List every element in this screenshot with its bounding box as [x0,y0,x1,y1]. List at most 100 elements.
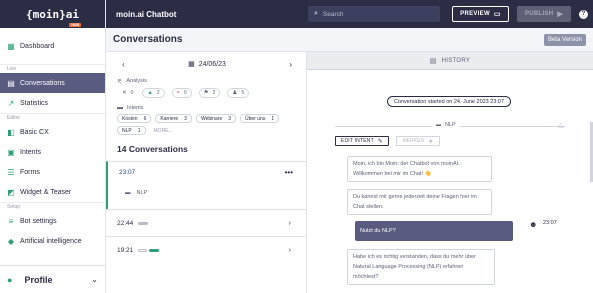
analysis-text: Analysis [126,78,147,84]
help-icon[interactable]: ? [579,9,588,19]
intent-tag: ▬ NLP [432,122,460,128]
logo-text: {moin}ai [26,7,79,21]
stat-value: 5 [241,90,245,96]
basic-cx-icon: ◧ [7,127,15,137]
message-text: Nutzt du NLP? [360,228,396,234]
chip-label: Karriere [160,115,179,122]
sidebar-item-basic-cx[interactable]: ◧ Basic CX [0,122,105,142]
folder-icon: ▬ [436,122,441,128]
sidebar-item-statistics[interactable]: ↗ Statistics [0,93,105,113]
sidebar-item-ai[interactable]: ◆ Artificial intelligence [0,231,105,251]
sidebar-item-conversations[interactable]: ▤ Conversations [0,73,105,93]
more-intents-link[interactable]: MORE... [150,126,177,135]
sidebar-item-dashboard[interactable]: ▦ Dashboard [0,36,105,56]
preview-button[interactable]: PREVIEW ▭ [452,6,509,22]
date-display[interactable]: ▦ 24/06/23 [188,60,226,69]
conversation-intent: ▬ NLP [125,190,147,196]
search-placeholder: Search [322,10,344,18]
sidebar-item-label: Intents [20,148,42,156]
bot-message: Moin, ich bin Moin: der Chatbot von moin… [347,156,492,182]
page-header: Conversations Beta Version [106,28,593,52]
message-bar [138,221,149,225]
intent-chip[interactable]: Kosten 6 [117,114,152,123]
conversation-started-pill: Conversation started on 24. June 2023 23… [387,96,511,107]
intent-chips: Kosten 6 Karriere 3 Webinare 3 Über uns 1 NL… [106,113,296,137]
chip-count: 3 [228,115,232,122]
stat-person[interactable]: ♟ 5 [227,88,250,98]
intents-icon: ▣ [7,147,15,157]
history-tab[interactable]: ▤ HISTORY [307,52,593,70]
chevron-left-icon[interactable]: ‹ [122,60,125,69]
sidebar-item-intents[interactable]: ▣ Intents [0,142,105,162]
intent-chip[interactable]: Über uns 1 [240,114,280,123]
profile-menu[interactable]: ● Profile ⌄ [0,265,106,293]
ai-icon: ◆ [7,236,15,246]
conversation-item[interactable]: 22:44 › [106,209,306,236]
merken-button[interactable]: MERKEN ★ [396,136,440,146]
chip-count: 6 [143,115,147,122]
edit-intent-button[interactable]: EDIT INTENT ✎ [335,136,389,146]
beta-version-button[interactable]: Beta Version [543,33,586,46]
message-text: Moin, ich bin Moin: der Chatbot von moin… [353,161,460,177]
sidebar-item-widget[interactable]: ◩ Widget & Teaser [0,182,105,202]
search-input[interactable]: ⌕ Search [308,6,440,22]
truck-icon: ▶ [557,11,564,18]
intent-chip[interactable]: Karriere 3 [155,114,192,123]
stat-neutral[interactable]: ✕ 0 [120,88,135,98]
sidebar-item-label: Forms [20,168,40,176]
neutral-icon: ✕ [122,90,127,96]
logo-badge: HUB [69,22,81,27]
sidebar-item-label: Bot settings [20,217,57,225]
preview-label: PREVIEW [460,11,490,17]
section-setup: Setup [0,202,105,211]
intents-label: ▬ Intents [106,103,306,113]
chip-label: Webinare [200,115,223,122]
stat-value: 0 [130,90,134,96]
publish-button[interactable]: PUBLISH ▶ [517,6,571,22]
conversation-time: 19:21 [117,246,134,254]
moin-logo[interactable]: {moin}ai HUB [26,7,81,27]
sidebar-item-bot-settings[interactable]: ≡ Bot settings [0,211,105,231]
stat-value: 2 [212,90,216,96]
widget-icon: ◩ [7,187,15,197]
section-editor: Editor [0,113,105,122]
conversation-item[interactable]: 19:21 › [106,236,306,263]
stat-heart[interactable]: ♥ 0 [171,88,192,98]
bot-message: Du kannst mir gerne jederzeit deine Frag… [347,189,492,215]
conversation-time: 22:44 [117,219,134,227]
conversation-count: 14 Conversations [117,144,188,154]
chip-label: NLP [122,127,132,134]
sidebar-item-forms[interactable]: ☰ Forms [0,162,105,182]
sidebar-item-label: Widget & Teaser [20,188,72,196]
conversation-time: 23:07 [119,169,136,176]
intent-chip[interactable]: Webinare 3 [195,114,237,123]
stat-thumbs-up[interactable]: ▲ 2 [142,88,165,98]
sidebar-item-label: Conversations [20,79,65,87]
chevron-down-icon: ⌄ [91,275,98,284]
chevron-right-icon[interactable]: › [289,60,292,69]
stat-flag[interactable]: ⚑ 2 [198,88,221,98]
intent-chip[interactable]: NLP 1 [117,126,146,135]
sidebar-item-label: Basic CX [20,128,49,136]
history-label: HISTORY [441,57,471,64]
more-options-icon[interactable]: ••• [285,168,293,177]
analysis-icon: ⚟ [117,78,123,85]
heart-icon: ♥ [176,90,180,96]
thumbs-up-icon: ▲ [147,90,153,96]
message-bar [138,248,148,252]
chat-bubble-icon: ▭ [493,11,501,18]
chip-label: Über uns [245,115,266,122]
forms-icon: ☰ [7,167,15,177]
brand-header: {moin}ai HUB [0,0,105,28]
bot-message: Habe ich es richtig verstanden, dass du … [347,249,495,285]
intents-text: Intents [127,105,144,111]
publish-label: PUBLISH [524,11,554,17]
history-panel: ▤ HISTORY Conversation started on 24. Ju… [307,52,593,293]
message-time: 23:07 [543,220,557,226]
conversation-list-panel: ‹ ▦ 24/06/23 › ⚟ Analysis ✕ 0 ▲ 2 ♥ 0 ⚑ 2 ♟ 5… [106,52,307,293]
conversation-item-selected[interactable]: 23:07 ••• ▬ NLP [106,161,306,209]
dashboard-icon: ▦ [7,41,15,51]
conversation-intent-label: NLP [136,190,148,196]
date-value: 24/06/23 [198,60,226,68]
